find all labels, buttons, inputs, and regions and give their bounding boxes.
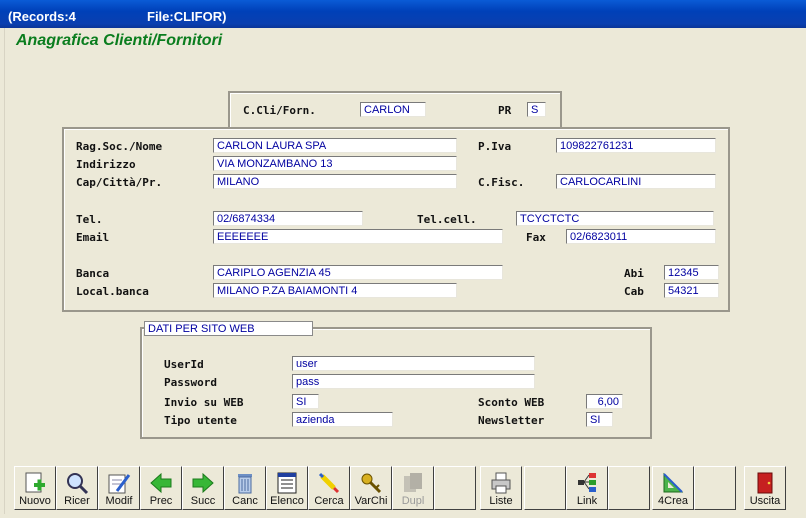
indirizzo-field[interactable]: VIA MONZAMBANO 13	[213, 156, 457, 171]
cerca-label: Cerca	[314, 495, 344, 507]
network-icon	[574, 470, 600, 496]
empty-button-3[interactable]	[608, 466, 650, 510]
ricer-label: Ricer	[64, 495, 90, 507]
elenco-label: Elenco	[270, 495, 304, 507]
code-field[interactable]: CARLON	[360, 102, 426, 117]
invio-web-label: Invio su WEB	[164, 396, 244, 409]
dupl-button[interactable]: Dupl	[392, 466, 434, 510]
cab-field[interactable]: 54321	[664, 283, 719, 298]
modif-label: Modif	[105, 495, 133, 507]
code-label: C.Cli/Forn.	[243, 104, 316, 117]
piva-field[interactable]: 109822761231	[556, 138, 716, 153]
password-label: Password	[164, 376, 217, 389]
succ-label: Succ	[190, 495, 216, 507]
newsletter-label: Newsletter	[478, 414, 545, 427]
varchi-button[interactable]: VarChi	[350, 466, 392, 510]
nuovo-label: Nuovo	[19, 495, 51, 507]
indirizzo-label: Indirizzo	[76, 158, 136, 171]
edit-icon	[106, 470, 132, 496]
form-title: Anagrafica Clienti/Fornitori	[16, 32, 223, 49]
window-titlebar[interactable]: (Records:4 File:CLIFOR)	[0, 0, 806, 28]
abi-label: Abi	[624, 267, 644, 280]
crea-button[interactable]: 4Crea	[652, 466, 694, 510]
web-groupbox-caption: DATI PER SITO WEB	[144, 321, 313, 336]
cap-field[interactable]: MILANO	[213, 174, 457, 189]
invio-web-field[interactable]: SI	[292, 394, 319, 409]
email-label: Email	[76, 231, 110, 244]
canc-button[interactable]: Canc	[224, 466, 266, 510]
cfisc-field[interactable]: CARLOCARLINI	[556, 174, 716, 189]
bottom-toolbar: Nuovo Ricer Modif Prec Succ Canc Elenco …	[14, 466, 790, 512]
email-field[interactable]: EEEEEEE	[213, 229, 503, 244]
list-icon	[274, 470, 300, 496]
search-icon	[64, 470, 90, 496]
trash-icon	[232, 470, 258, 496]
pr-field[interactable]: S	[527, 102, 546, 117]
prec-label: Prec	[149, 495, 173, 507]
ruler-triangle-icon	[660, 470, 686, 496]
elenco-button[interactable]: Elenco	[266, 466, 308, 510]
ragsoc-label: Rag.Soc./Nome	[76, 140, 163, 153]
empty-button-2[interactable]	[524, 466, 566, 510]
cerca-button[interactable]: Cerca	[308, 466, 350, 510]
dupl-label: Dupl	[401, 495, 425, 507]
crea-label: 4Crea	[658, 495, 688, 507]
telcell-label: Tel.cell.	[417, 213, 477, 226]
printer-icon	[488, 470, 514, 496]
key-icon	[358, 470, 384, 496]
duplicate-icon	[400, 470, 426, 496]
uscita-button[interactable]: Uscita	[744, 466, 786, 510]
varchi-label: VarChi	[354, 495, 388, 507]
liste-button[interactable]: Liste	[480, 466, 522, 510]
empty-button-1[interactable]	[434, 466, 476, 510]
arrow-right-icon	[190, 470, 216, 496]
tel-field[interactable]: 02/6874334	[213, 211, 363, 226]
arrow-left-icon	[148, 470, 174, 496]
abi-field[interactable]: 12345	[664, 265, 719, 280]
prec-button[interactable]: Prec	[140, 466, 182, 510]
succ-button[interactable]: Succ	[182, 466, 224, 510]
sconto-web-label: Sconto WEB	[478, 396, 545, 409]
pr-label: PR	[498, 104, 512, 117]
fax-field[interactable]: 02/6823011	[566, 229, 716, 244]
userid-label: UserId	[164, 358, 204, 371]
local-banca-field[interactable]: MILANO P.ZA BAIAMONTI 4	[213, 283, 457, 298]
cab-label: Cab	[624, 285, 644, 298]
banca-field[interactable]: CARIPLO AGENZIA 45	[213, 265, 503, 280]
cfisc-label: C.Fisc.	[478, 176, 525, 189]
tipo-utente-label: Tipo utente	[164, 414, 237, 427]
empty-button-4[interactable]	[694, 466, 736, 510]
nuovo-button[interactable]: Nuovo	[14, 466, 56, 510]
modif-button[interactable]: Modif	[98, 466, 140, 510]
sconto-web-field[interactable]: 6,00	[586, 394, 623, 409]
cap-label: Cap/Città/Pr.	[76, 176, 163, 189]
new-document-icon	[22, 470, 48, 496]
fax-label: Fax	[526, 231, 546, 244]
highlighter-icon	[316, 470, 342, 496]
link-button[interactable]: Link	[566, 466, 608, 510]
file-name: File:CLIFOR)	[147, 9, 227, 24]
tel-label: Tel.	[76, 213, 103, 226]
newsletter-field[interactable]: SI	[586, 412, 613, 427]
ragsoc-field[interactable]: CARLON LAURA SPA	[213, 138, 457, 153]
ricer-button[interactable]: Ricer	[56, 466, 98, 510]
local-banca-label: Local.banca	[76, 285, 149, 298]
tipo-utente-field[interactable]: azienda	[292, 412, 393, 427]
userid-field[interactable]: user	[292, 356, 535, 371]
canc-label: Canc	[232, 495, 258, 507]
uscita-label: Uscita	[749, 495, 781, 507]
link-label: Link	[576, 495, 598, 507]
piva-label: P.Iva	[478, 140, 512, 153]
exit-door-icon	[752, 470, 778, 496]
banca-label: Banca	[76, 267, 110, 280]
telcell-field[interactable]: TCYCTCTC	[516, 211, 714, 226]
records-count: (Records:4	[8, 9, 76, 24]
liste-label: Liste	[489, 495, 513, 507]
password-field[interactable]: pass	[292, 374, 535, 389]
